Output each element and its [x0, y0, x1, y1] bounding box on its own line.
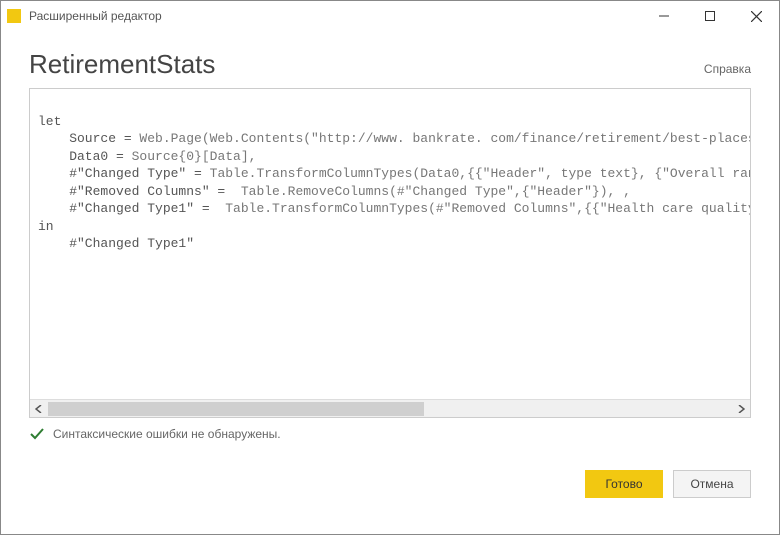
code-line: #"Changed Type1" — [38, 236, 194, 251]
titlebar-text: Расширенный редактор — [29, 9, 641, 23]
code-editor[interactable]: let Source = Web.Page(Web.Contents("http… — [29, 88, 751, 418]
titlebar: Расширенный редактор — [1, 1, 779, 31]
code-line: let — [38, 114, 61, 129]
scroll-left-arrow-icon[interactable] — [30, 400, 48, 418]
code-line: Source = Web.Page(Web.Contents("http://w… — [38, 131, 750, 146]
close-icon — [751, 11, 762, 22]
window-controls — [641, 1, 779, 31]
minimize-icon — [659, 11, 669, 21]
cancel-button[interactable]: Отмена — [673, 470, 751, 498]
help-link[interactable]: Справка — [704, 62, 751, 80]
horizontal-scrollbar[interactable] — [30, 399, 750, 417]
scroll-thumb[interactable] — [48, 402, 424, 416]
app-icon — [7, 9, 21, 23]
status-row: Синтаксические ошибки не обнаружены. — [1, 418, 779, 450]
header: RetirementStats Справка — [1, 31, 779, 88]
code-line: in — [38, 219, 54, 234]
page-title: RetirementStats — [29, 49, 215, 80]
code-line: #"Removed Columns" = Table.RemoveColumns… — [38, 184, 631, 199]
code-line: #"Changed Type" = Table.TransformColumnT… — [38, 166, 750, 181]
scroll-right-arrow-icon[interactable] — [732, 400, 750, 418]
code-line: Data0 = Source{0}[Data], — [38, 149, 256, 164]
maximize-icon — [705, 11, 715, 21]
check-icon — [29, 426, 45, 442]
code-area[interactable]: let Source = Web.Page(Web.Contents("http… — [30, 89, 750, 399]
status-text: Синтаксические ошибки не обнаружены. — [53, 427, 281, 441]
code-line: #"Changed Type1" = Table.TransformColumn… — [38, 201, 750, 216]
footer: Готово Отмена — [1, 456, 779, 498]
done-button[interactable]: Готово — [585, 470, 663, 498]
scroll-track[interactable] — [48, 400, 732, 417]
minimize-button[interactable] — [641, 1, 687, 31]
close-button[interactable] — [733, 1, 779, 31]
maximize-button[interactable] — [687, 1, 733, 31]
